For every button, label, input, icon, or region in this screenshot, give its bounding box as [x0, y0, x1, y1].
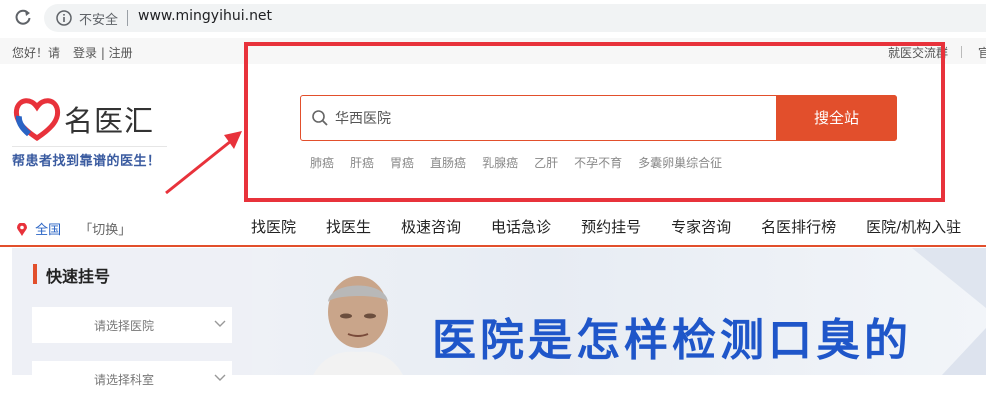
- quick-register-title: 快速挂号: [46, 267, 111, 286]
- url-text[interactable]: www.mingyihui.net: [138, 8, 272, 24]
- quick-register-panel: 快速挂号 请选择医院 请选择科室: [12, 248, 252, 397]
- reload-icon[interactable]: [12, 6, 34, 28]
- nav-item[interactable]: 极速咨询: [401, 218, 461, 236]
- nav-item[interactable]: 电话急诊: [491, 218, 551, 236]
- department-select[interactable]: 请选择科室: [32, 361, 232, 397]
- greeting-text: 您好！请: [12, 46, 61, 60]
- location-pin-icon: [17, 223, 27, 236]
- annotation-highlight-box: [244, 42, 945, 202]
- nav-item[interactable]: 专家咨询: [671, 218, 731, 236]
- topbar-link-truncated[interactable]: 官: [978, 44, 986, 61]
- promo-banner[interactable]: 医院是怎样检测口臭的: [252, 248, 986, 375]
- topbar-divider: [961, 46, 962, 58]
- location-selector: 全国 「切换」: [17, 219, 131, 238]
- nav-underline: [0, 245, 986, 247]
- switch-city-link[interactable]: 「切换」: [79, 223, 131, 238]
- annotation-arrow: [165, 131, 242, 195]
- chevron-down-icon: [214, 374, 226, 381]
- logo-name: 名医汇: [64, 104, 155, 138]
- site-logo[interactable]: 名医汇: [12, 94, 172, 144]
- department-select-label: 请选择科室: [94, 373, 155, 387]
- banner-headline: 医院是怎样检测口臭的: [432, 315, 912, 366]
- nav-item[interactable]: 名医排行榜: [761, 218, 836, 236]
- main-nav: 找医院 找医生 极速咨询 电话急诊 预约挂号 专家咨询 名医排行榜 医院/机构入驻: [251, 216, 986, 240]
- login-register-link[interactable]: 登录 | 注册: [73, 44, 133, 61]
- nav-item[interactable]: 找医生: [326, 218, 371, 236]
- browser-address-bar: 不安全 www.mingyihui.net: [0, 0, 986, 35]
- slogan-divider: [12, 146, 167, 147]
- doctor-portrait: [313, 276, 403, 375]
- title-accent-bar: [33, 264, 37, 284]
- info-icon[interactable]: [56, 10, 72, 26]
- nav-item[interactable]: 找医院: [251, 218, 296, 236]
- nav-item[interactable]: 医院/机构入驻: [866, 218, 961, 236]
- hospital-select-label: 请选择医院: [94, 319, 155, 333]
- logo-slogan: 帮患者找到靠谱的医生！: [12, 154, 161, 169]
- nav-item[interactable]: 预约挂号: [581, 218, 641, 236]
- current-city[interactable]: 全国: [35, 223, 61, 238]
- omnibox-divider: [127, 10, 128, 26]
- hospital-select[interactable]: 请选择医院: [32, 307, 232, 343]
- chevron-down-icon: [214, 320, 226, 327]
- heart-logo-icon: [13, 98, 61, 142]
- security-label: 不安全: [79, 13, 119, 28]
